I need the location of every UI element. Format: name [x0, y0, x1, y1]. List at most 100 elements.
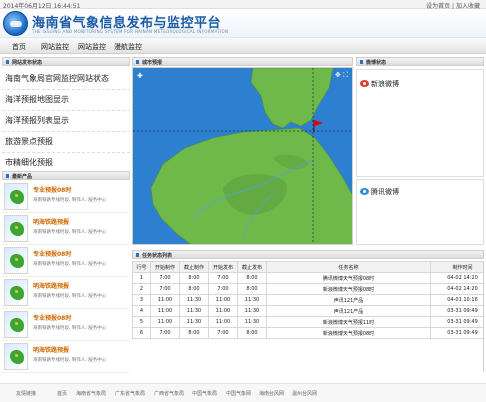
footer-link-wenzhou-typhoon[interactable]: 温州台风网	[292, 390, 317, 397]
footer-link-hainan-typhoon[interactable]: 海南台风网	[259, 390, 284, 397]
table-row[interactable]: 5 11:00 11:30 11:00 11:30 新浪微博天气预报11时 03-31 09…	[132, 316, 483, 328]
task-status-title: 任务状态列表	[142, 253, 173, 259]
cell-start-make: 7:00	[150, 283, 180, 295]
task-status-header: 任务状态列表	[132, 250, 484, 259]
city-forecast-header: 城市预报	[132, 57, 353, 66]
cell-end-make: 11:30	[179, 316, 209, 328]
cell-end-publish: 8:00	[237, 327, 267, 339]
product-item[interactable]: 明海铁路预报 海南铁路专线时段, 制作人: 服务中心	[2, 277, 130, 309]
footer-label: 友情链接	[16, 391, 37, 397]
cell-end-publish: 8:00	[237, 283, 267, 295]
cell-make-time: 04-01 10:16	[430, 294, 483, 306]
product-title: 专业预报08时	[33, 251, 72, 258]
cell-start-make: 11:00	[150, 294, 180, 306]
cell-make-time: 03-31 09:49	[430, 305, 483, 317]
sina-weibo-box[interactable]: 新浪微博	[356, 69, 484, 177]
cell-make-time: 04-02 14:20	[430, 272, 483, 284]
cell-task-name: 新浪微博天气预报08时	[266, 327, 431, 339]
cell-end-make: 11:30	[179, 294, 209, 306]
cell-row-number: 3	[132, 294, 151, 306]
product-item[interactable]: 明海铁路预报 海南铁路专线时段, 制作人: 服务中心	[2, 341, 130, 373]
product-subtitle: 海南铁路专线时段, 制作人: 服务中心	[33, 358, 107, 363]
product-title: 明海铁路预报	[33, 347, 70, 354]
cell-make-time: 03-31 09:49	[430, 327, 483, 339]
tencent-weibo-icon	[360, 188, 369, 195]
nav-route-monitor[interactable]: 漫航监控	[114, 42, 142, 52]
cell-end-publish: 8:00	[237, 272, 267, 284]
tencent-weibo-box[interactable]: 腾讯微博	[356, 179, 484, 245]
footer-link-hainan-met[interactable]: 海南省气象局	[76, 390, 106, 397]
product-item[interactable]: 专业预报08时 海南铁路专线时段, 制作人: 服务中心	[2, 181, 130, 213]
cell-end-make: 8:00	[179, 283, 209, 295]
sina-weibo-icon	[360, 80, 369, 87]
map-zoom-icon[interactable]: ✚	[137, 72, 145, 80]
latest-products-title: 最新产品	[12, 174, 33, 180]
table-row[interactable]: 1 7:00 8:00 7:00 8:00 腾讯微博天气预报08时 04-02 14:20	[132, 272, 483, 284]
cell-end-publish: 11:30	[237, 294, 267, 306]
product-item[interactable]: 明海铁路预报 海南铁路专线时段, 制作人: 服务中心	[2, 213, 130, 245]
product-title: 明海铁路预报	[33, 283, 70, 290]
city-forecast-title: 城市预报	[142, 60, 163, 66]
task-table-header: 行号 开始制作 截止制作 开始发布 截止发布 任务名称 制作时间	[132, 261, 483, 273]
product-subtitle: 海南铁路专线时段, 制作人: 服务中心	[33, 262, 107, 267]
fullscreen-icon[interactable]: ⛶	[343, 71, 348, 79]
footer-link-guangxi-met[interactable]: 广西省气象局	[154, 390, 184, 397]
cell-task-name: 声讯121产品	[266, 305, 431, 317]
footer-link-cma[interactable]: 中国气象局	[192, 390, 217, 397]
cell-end-publish: 11:30	[237, 305, 267, 317]
cell-end-make: 11:30	[179, 305, 209, 317]
nav-site-monitor-2[interactable]: 网站监控	[78, 42, 106, 52]
left-link-ocean-map[interactable]: 海洋预报地图显示	[2, 90, 130, 111]
left-link-list: 海南气象局官网监控网站状态 海洋预报地图显示 海洋预报列表显示 旅游景点预报 市…	[2, 69, 130, 174]
product-title: 专业预报08时	[33, 315, 72, 322]
weibo-status-title: 微博状态	[366, 60, 387, 66]
product-subtitle: 海南铁路专线时段, 制作人: 服务中心	[33, 198, 107, 203]
site-subtitle: THE ISSUING AND MONITORING SYSTEM FOR HA…	[32, 29, 229, 34]
product-title: 明海铁路预报	[33, 219, 70, 226]
cell-row-number: 4	[132, 305, 151, 317]
table-row[interactable]: 3 11:00 11:30 11:00 11:30 声讯121产品 04-01 10:16	[132, 294, 483, 306]
left-link-scenic-forecast[interactable]: 旅游景点预报	[2, 132, 130, 153]
product-item[interactable]: 专业预报08时 海南铁路专线时段, 制作人: 服务中心	[2, 245, 130, 277]
table-row[interactable]: 6 7:00 8:00 7:00 8:00 新浪微博天气预报08时 03-31 09:49	[132, 327, 483, 339]
task-table: 行号 开始制作 截止制作 开始发布 截止发布 任务名称 制作时间 1 7:00 8:…	[132, 261, 483, 339]
cell-end-make: 8:00	[179, 272, 209, 284]
sina-weibo-label: 新浪微博	[371, 80, 399, 88]
main-nav: 首页 网站监控 网站监控 漫航监控	[0, 38, 486, 54]
left-link-ocean-list[interactable]: 海洋预报列表显示	[2, 111, 130, 132]
cell-start-publish: 7:00	[208, 283, 238, 295]
left-link-site-status[interactable]: 海南气象局官网监控网站状态	[2, 69, 130, 90]
table-row[interactable]: 2 7:00 8:00 7:00 8:00 新浪微博天气预报08时 04-02 14:20	[132, 283, 483, 295]
hainan-map-graphic	[133, 68, 352, 244]
cell-start-make: 11:00	[150, 305, 180, 317]
footer-links: 友情链接 首页 海南省气象局 广东省气象局 广西省气象局 中国气象局 中国气象网…	[0, 383, 486, 402]
col-make-time: 制作时间	[430, 261, 483, 273]
col-end-publish: 截止发布	[237, 261, 267, 273]
product-map-thumbnail	[4, 247, 28, 274]
footer-link-home[interactable]: 首页	[57, 390, 67, 397]
nav-home[interactable]: 首页	[12, 42, 26, 52]
product-item[interactable]: 专业预报08时 海南铁路专线时段, 制作人: 服务中心	[2, 309, 130, 341]
cell-row-number: 1	[132, 272, 151, 284]
cell-start-make: 7:00	[150, 327, 180, 339]
cell-start-publish: 7:00	[208, 272, 238, 284]
product-subtitle: 海南铁路专线时段, 制作人: 服务中心	[33, 294, 107, 299]
site-header: 海南省气象信息发布与监控平台 THE ISSUING AND MONITORIN…	[0, 9, 486, 38]
nav-site-monitor[interactable]: 网站监控	[41, 42, 69, 52]
task-table-scroll[interactable]: 行号 开始制作 截止制作 开始发布 截止发布 任务名称 制作时间 1 7:00 8:…	[132, 261, 484, 372]
footer-link-guangdong-met[interactable]: 广东省气象局	[115, 390, 145, 397]
map-tools: ✥ ⛶	[335, 71, 348, 80]
tencent-weibo-label: 腾讯微博	[371, 188, 399, 196]
table-row[interactable]: 4 11:00 11:30 11:00 11:30 声讯121产品 03-31 09:49	[132, 305, 483, 317]
cell-row-number: 2	[132, 283, 151, 295]
site-status-title: 网站发布状态	[12, 60, 43, 66]
cell-start-make: 7:00	[150, 272, 180, 284]
hainan-map[interactable]: ✚ ✥ ⛶	[132, 67, 353, 245]
footer-link-weather-net[interactable]: 中国气象网	[226, 390, 251, 397]
product-map-thumbnail	[4, 311, 28, 338]
top-bar: 2014年06月12日 16:44:51 设为首页 | 加入收藏	[0, 0, 486, 10]
product-subtitle: 海南铁路专线时段, 制作人: 服务中心	[33, 230, 107, 235]
task-status-panel: 任务状态列表 行号 开始制作 截止制作 开始发布 截止发布 任务名称 制作时间	[132, 250, 484, 374]
drag-icon[interactable]: ✥	[335, 71, 341, 79]
cell-start-publish: 7:00	[208, 327, 238, 339]
